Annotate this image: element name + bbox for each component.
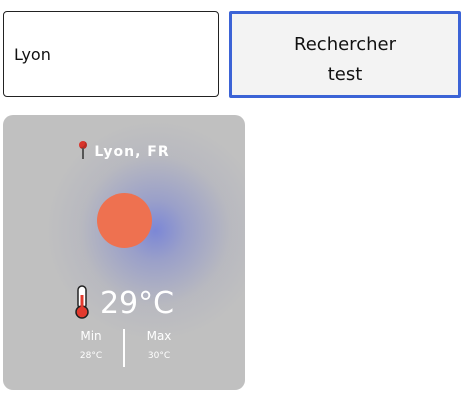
location-name: Lyon, FR — [94, 144, 170, 160]
max-label: Max — [146, 329, 172, 343]
min-max-divider — [123, 329, 125, 367]
weather-card: Lyon, FR 29°C Min 28°C Max 30°C — [3, 115, 245, 390]
search-button-label: Rechercher — [294, 34, 396, 55]
sun-icon — [97, 193, 152, 248]
min-temperature: Min 28°C — [61, 329, 121, 361]
min-value: 28°C — [79, 351, 103, 361]
min-max-section: Min 28°C Max 30°C — [3, 329, 245, 369]
max-temperature: Max 30°C — [129, 329, 189, 361]
temperature-row: 29°C — [3, 285, 245, 321]
search-button[interactable]: Rechercher test — [229, 11, 461, 98]
location-header: Lyon, FR — [3, 141, 245, 160]
search-button-sublabel: test — [327, 64, 363, 85]
max-value: 30°C — [147, 351, 171, 361]
min-label: Min — [80, 329, 102, 343]
city-search-input[interactable] — [3, 11, 219, 97]
current-temperature: 29°C — [99, 286, 175, 321]
pin-icon — [78, 141, 88, 159]
thermometer-icon — [75, 285, 89, 319]
